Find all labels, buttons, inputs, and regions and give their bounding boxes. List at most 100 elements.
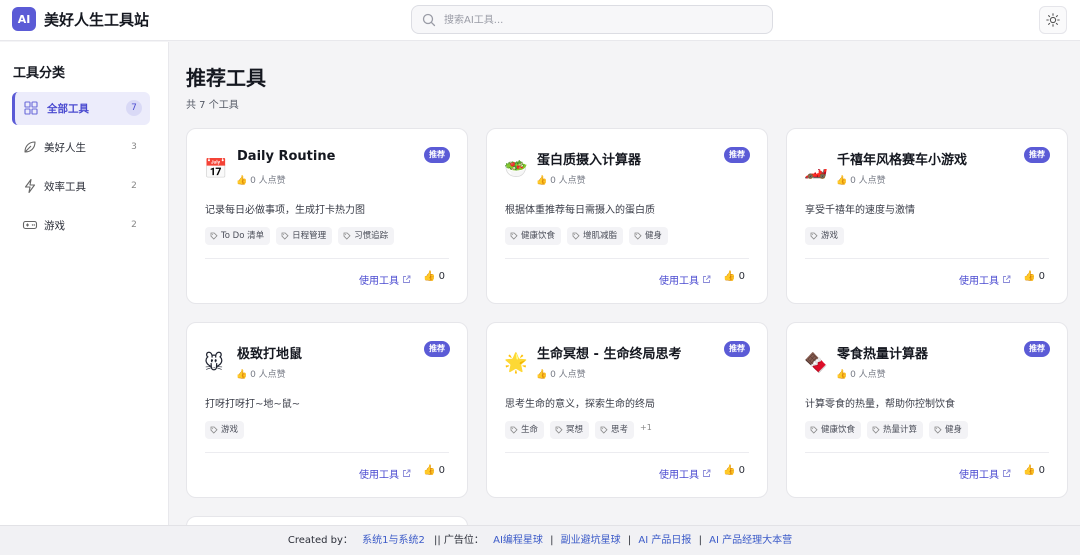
tag-label: 生命: [521, 425, 539, 435]
footer-link-ai-coding[interactable]: AI编程星球: [493, 535, 543, 546]
sidebar-item-all-tools[interactable]: 全部工具 7: [12, 92, 150, 125]
tag[interactable]: 健身: [629, 227, 669, 245]
divider: [205, 258, 449, 259]
tag-icon: [810, 232, 818, 240]
sidebar-item-label: 效率工具: [44, 181, 86, 193]
sidebar-item-games[interactable]: 游戏 2: [12, 209, 150, 242]
use-tool-button[interactable]: 使用工具: [659, 272, 711, 287]
use-tool-button[interactable]: 使用工具: [359, 466, 411, 481]
sidebar-item-count: 2: [131, 220, 137, 230]
like-count-text: 0 人点赞: [850, 370, 886, 380]
tag[interactable]: 增肌减脂: [567, 227, 624, 245]
search-input[interactable]: [444, 10, 764, 30]
tool-card[interactable]: 🐭 极致打地鼠 👍 0 人点赞 推荐 打呀打呀打~地~鼠~ 游戏 使用工具 👍 0: [186, 322, 468, 498]
tag[interactable]: 日程管理: [276, 227, 333, 245]
like-button-count: 0: [438, 271, 445, 282]
sidebar-item-count: 2: [131, 181, 137, 191]
tool-emoji-icon: 📅: [204, 158, 228, 180]
tag[interactable]: 冥想: [550, 421, 590, 439]
like-button[interactable]: 👍 0: [423, 271, 445, 282]
tag[interactable]: 热量计算: [867, 421, 924, 439]
tool-description: 思考生命的意义，探索生命的终局: [505, 399, 655, 410]
tag-label: 思考: [611, 425, 629, 435]
recommended-badge: 推荐: [1024, 341, 1050, 357]
tool-emoji-icon: 🥗: [504, 158, 528, 180]
use-tool-label: 使用工具: [659, 470, 699, 481]
footer-link-ai-daily[interactable]: AI 产品日报: [638, 535, 691, 546]
divider: [505, 258, 749, 259]
tag-list: 健康饮食 增肌减脂 健身: [505, 227, 669, 245]
app-title[interactable]: 美好人生工具站: [44, 9, 149, 30]
tag[interactable]: 思考: [595, 421, 635, 439]
sidebar-item-productivity[interactable]: 效率工具 2: [12, 170, 150, 203]
tag-label: 健身: [645, 231, 663, 241]
logo[interactable]: AI: [12, 7, 36, 31]
tag[interactable]: To Do 清单: [205, 227, 271, 245]
sidebar-item-good-life[interactable]: 美好人生 3: [12, 131, 150, 164]
like-count: 👍 0 人点赞: [236, 370, 286, 380]
use-tool-button[interactable]: 使用工具: [959, 466, 1011, 481]
tool-card[interactable]: 🥗 蛋白质摄入计算器 👍 0 人点赞 推荐 根据体重推荐每日需摄入的蛋白质 健康饮食 增肌减…: [486, 128, 768, 304]
recommended-badge: 推荐: [724, 341, 750, 357]
use-tool-label: 使用工具: [359, 470, 399, 481]
like-button-count: 0: [738, 465, 745, 476]
tool-title[interactable]: Daily Routine: [237, 149, 335, 164]
tag-icon: [572, 232, 580, 240]
use-tool-button[interactable]: 使用工具: [959, 272, 1011, 287]
tag-label: 游戏: [821, 231, 839, 241]
like-button[interactable]: 👍 0: [423, 465, 445, 476]
created-by-label: Created by：: [287, 535, 353, 546]
sidebar-item-label: 美好人生: [44, 142, 86, 154]
footer-separator: |: [698, 535, 702, 546]
tag[interactable]: 健康饮食: [805, 421, 862, 439]
tool-title[interactable]: 千禧年风格赛车小游戏: [837, 149, 967, 168]
author-link[interactable]: 系统1与系统2: [362, 535, 425, 546]
tag[interactable]: 习惯追踪: [338, 227, 395, 245]
tag[interactable]: 健身: [929, 421, 969, 439]
tag-label: 健康饮食: [821, 425, 856, 435]
tag-icon: [810, 426, 818, 434]
like-button[interactable]: 👍 0: [723, 465, 745, 476]
use-tool-button[interactable]: 使用工具: [659, 466, 711, 481]
tag[interactable]: 游戏: [205, 421, 245, 439]
tag-list: 生命 冥想 思考 +1: [505, 421, 652, 439]
like-button-count: 0: [1038, 465, 1045, 476]
use-tool-label: 使用工具: [659, 276, 699, 287]
tool-title[interactable]: 蛋白质摄入计算器: [537, 149, 641, 168]
tool-title[interactable]: 零食热量计算器: [837, 343, 928, 362]
use-tool-button[interactable]: 使用工具: [359, 272, 411, 287]
tool-card[interactable]: 📅 Daily Routine 👍 0 人点赞 推荐 记录每日必做事项，生成打卡热力图 T…: [186, 128, 468, 304]
tool-card[interactable]: 🍫 零食热量计算器 👍 0 人点赞 推荐 计算零食的热量，帮助你控制饮食 健康饮食 热量计算…: [786, 322, 1068, 498]
footer-separator: |: [627, 535, 632, 546]
top-header: AI 美好人生工具站: [0, 0, 1080, 41]
theme-toggle-button[interactable]: [1039, 6, 1067, 34]
like-count: 👍 0 人点赞: [836, 176, 886, 186]
tag[interactable]: 健康饮食: [505, 227, 562, 245]
tag-icon: [634, 232, 642, 240]
like-button[interactable]: 👍 0: [1023, 271, 1045, 282]
footer-link-ai-pm[interactable]: AI 产品经理大本营: [709, 535, 792, 546]
tag-list: 游戏: [205, 421, 245, 439]
lightning-icon: [24, 178, 36, 194]
tool-title[interactable]: 生命冥想 - 生命终局思考: [537, 343, 681, 362]
external-link-icon: [403, 275, 411, 283]
tag-icon: [872, 426, 880, 434]
like-button[interactable]: 👍 0: [723, 271, 745, 282]
tag-label: 健身: [945, 425, 963, 435]
tag[interactable]: 生命: [505, 421, 545, 439]
footer-link-side-hustle[interactable]: 副业避坑星球: [561, 535, 621, 546]
tool-count: 共 7 个工具: [186, 100, 239, 111]
like-button[interactable]: 👍 0: [1023, 465, 1045, 476]
tool-description: 根据体重推荐每日需摄入的蛋白质: [505, 205, 655, 216]
more-tags-count: +1: [640, 422, 652, 432]
search-box[interactable]: [411, 5, 773, 34]
leaf-icon: [24, 141, 36, 153]
tool-card[interactable]: 🌟 生命冥想 - 生命终局思考 👍 0 人点赞 推荐 思考生命的意义，探索生命的终局 生命…: [486, 322, 768, 498]
use-tool-label: 使用工具: [959, 276, 999, 287]
like-count-text: 0 人点赞: [550, 370, 586, 380]
recommended-badge: 推荐: [724, 147, 750, 163]
tool-title[interactable]: 极致打地鼠: [237, 343, 302, 362]
tool-card[interactable]: 🏎️ 千禧年风格赛车小游戏 👍 0 人点赞 推荐 享受千禧年的速度与激情 游戏 使用工具 👍 0: [786, 128, 1068, 304]
tag[interactable]: 游戏: [805, 227, 845, 245]
thumbs-up-icon: 👍: [1023, 465, 1036, 476]
